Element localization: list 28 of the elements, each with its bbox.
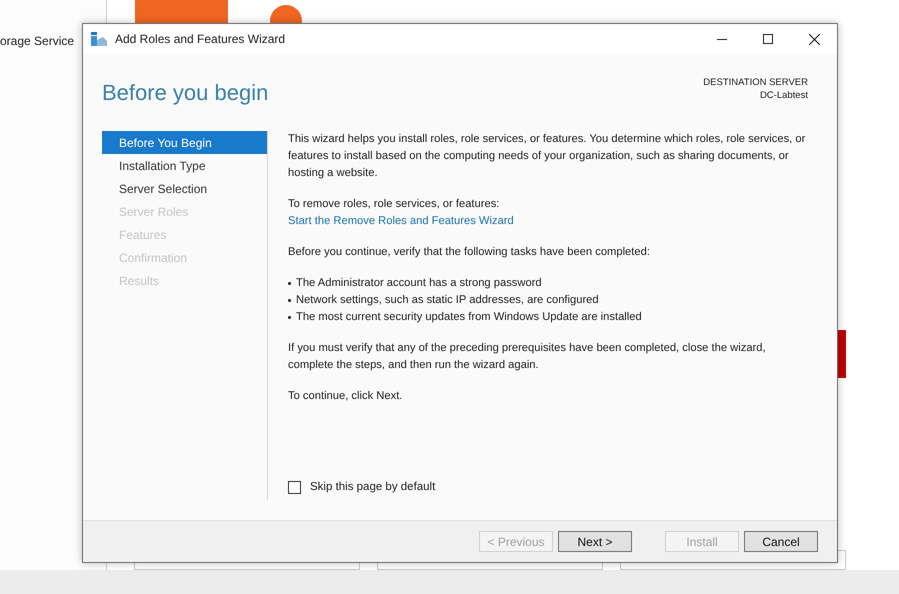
skip-checkbox[interactable]: [288, 480, 301, 494]
paragraph: To remove roles, role services, or features:: [288, 197, 500, 212]
minimize-icon: [717, 38, 727, 40]
window-title: Add Roles and Features Wizard: [115, 31, 286, 48]
destination-label: DESTINATION SERVER: [703, 76, 808, 89]
page-title: Before you begin: [102, 79, 268, 107]
maximize-icon: [763, 34, 773, 44]
destination-server: DC-Labtest: [760, 89, 808, 102]
wizard-button[interactable]: Cancel: [744, 531, 818, 552]
wizard-step[interactable]: Server Selection: [102, 177, 267, 200]
close-icon: [808, 34, 820, 44]
checkbox-label: Skip this page by default: [310, 480, 436, 495]
remove-wizard-link[interactable]: Start the Remove Roles and Features Wizard: [288, 213, 514, 230]
bullet-icon: [288, 316, 291, 319]
paragraph: If you must verify that any of the preceding prerequisites have been completed, close the wizard, complete the steps, and then run the wizard again.: [288, 341, 767, 373]
bullet-icon: [288, 299, 291, 302]
wizard-button[interactable]: Next >: [558, 531, 632, 552]
bullet-icon: [288, 282, 291, 285]
sidebar-item[interactable]: orage Service: [0, 32, 74, 50]
wizard-step[interactable]: Before You Begin: [102, 131, 267, 154]
paragraph: To continue, click Next.: [288, 389, 404, 404]
list-item: The Administrator account has a strong password: [296, 276, 542, 291]
list-item: Network settings, such as static IP addresses, are configured: [296, 293, 599, 308]
paragraph: Before you continue, verify that the following tasks have been completed:: [288, 245, 651, 260]
wizard-icon: [91, 32, 107, 46]
paragraph: This wizard helps you install roles, role services, or features. You determine which roles, role services, or features to install based on the computing needs of your organization, such as sharing documents, or hosting a website.: [288, 132, 806, 181]
wizard-step[interactable]: Installation Type: [102, 154, 267, 177]
list-item: The most current security updates from Windows Update are installed: [296, 310, 642, 325]
